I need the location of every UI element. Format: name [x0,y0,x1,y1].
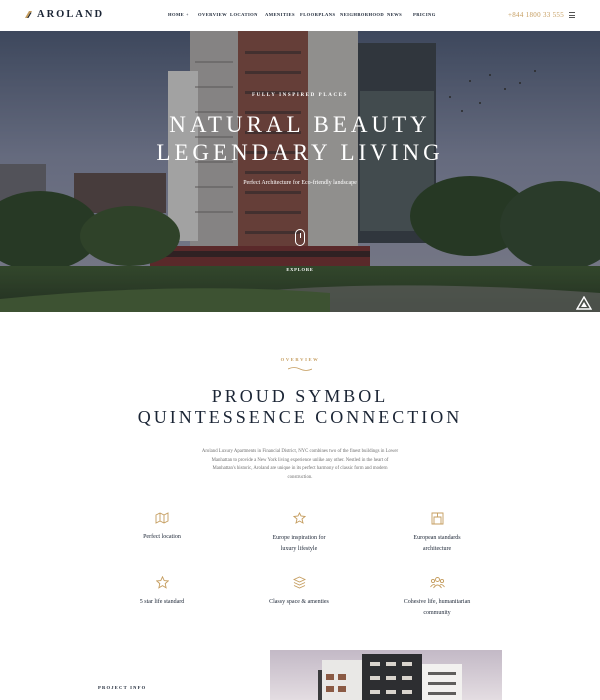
logo-mark-icon [25,11,32,18]
feature-label: 5 star life standard [97,597,227,608]
site-header: AROLAND HOME + OVERVIEW LOCATION AMENITIE… [0,0,600,31]
feature-label-line1: Perfect location [143,534,181,540]
feature-perfect-location: Perfect location [97,512,227,543]
logo-text: AROLAND [37,9,105,20]
hero-title-line1: NATURAL BEAUTY [169,112,431,137]
feature-label: Classy space & amenties [234,597,364,608]
hero-title: NATURAL BEAUTY LEGENDARY LIVING [0,111,600,167]
leaf-icon [292,512,306,524]
hero-section: FULLY INSPIRED PLACES NATURAL BEAUTY LEG… [0,31,600,312]
nav-neighborhood[interactable]: NEIGHBORHOOD [340,12,384,17]
building-icon [431,512,443,525]
nav-amenities[interactable]: AMENITIES [265,12,295,17]
feature-label-line1: European standards [413,535,461,541]
feature-label-line2: community [423,609,451,616]
hero-subtitle: Perfect Architecture for Eco-friendly la… [243,180,357,186]
feature-label-line1: Classy space & amenties [269,599,329,605]
star-icon [155,576,169,589]
nav-pricing[interactable]: PRICING [413,12,436,17]
phone-number[interactable]: +844 1800 33 555 [508,11,564,19]
feature-label: Perfect location [97,532,227,543]
nav-floorplans[interactable]: FLOORPLANS [300,12,335,17]
project-info-heading: PROJECT INFO [98,685,147,690]
nav-home-label: HOME [168,12,185,17]
feature-5-star: 5 star life standard [97,576,227,608]
feature-label-line2: architecture [422,545,452,552]
hero-title-line2: LEGENDARY LIVING [156,140,444,165]
feature-label-line1: 5 star life standard [139,599,185,605]
feature-europe-inspiration: Europe inspiration for luxury lifestyle [234,512,364,554]
overview-title-line2: QUINTESSENCE CONNECTION [137,407,463,427]
feature-european-standards: European standards architecture [372,512,502,554]
feature-label-line1: Europe inspiration for [272,535,326,541]
feature-label-line2: luxury lifestyle [280,545,318,552]
feature-classy-space: Classy space & amenties [234,576,364,608]
logo[interactable]: AROLAND [24,9,104,20]
overview-title: PROUD SYMBOL QUINTESSENCE CONNECTION [0,386,600,428]
hero-kicker: FULLY INSPIRED PLACES [251,93,349,98]
overview-title-line1: PROUD SYMBOL [211,386,389,406]
corner-logo-icon [576,296,592,310]
feature-label: Europe inspiration for luxury lifestyle [234,533,364,554]
nav-home-caret-icon: + [186,12,189,17]
overview-body-text: Aroland Luxury Apartments in Financial D… [201,449,399,480]
hamburger-menu-icon[interactable] [569,12,575,18]
nav-location[interactable]: LOCATION [230,12,258,17]
community-icon [429,577,445,589]
explore-link[interactable]: EXPLORE [0,267,600,272]
feature-cohesive-life: Cohesive life, humanitarian community [372,576,502,618]
project-building-image [270,650,502,700]
nav-overview[interactable]: OVERVIEW [198,12,227,17]
layers-icon [292,576,306,589]
feature-label: European standards architecture [372,533,502,554]
map-icon [155,512,169,524]
overview-kicker: OVERVIEW [280,357,320,362]
nav-home[interactable]: HOME + [168,12,189,17]
scroll-mouse-icon[interactable] [295,229,305,246]
feature-label-line1: Cohesive life, humanitarian [403,599,471,605]
feature-label: Cohesive life, humanitarian community [372,597,502,618]
nav-news[interactable]: NEWS [387,12,402,17]
ornament-divider-icon [288,367,312,371]
